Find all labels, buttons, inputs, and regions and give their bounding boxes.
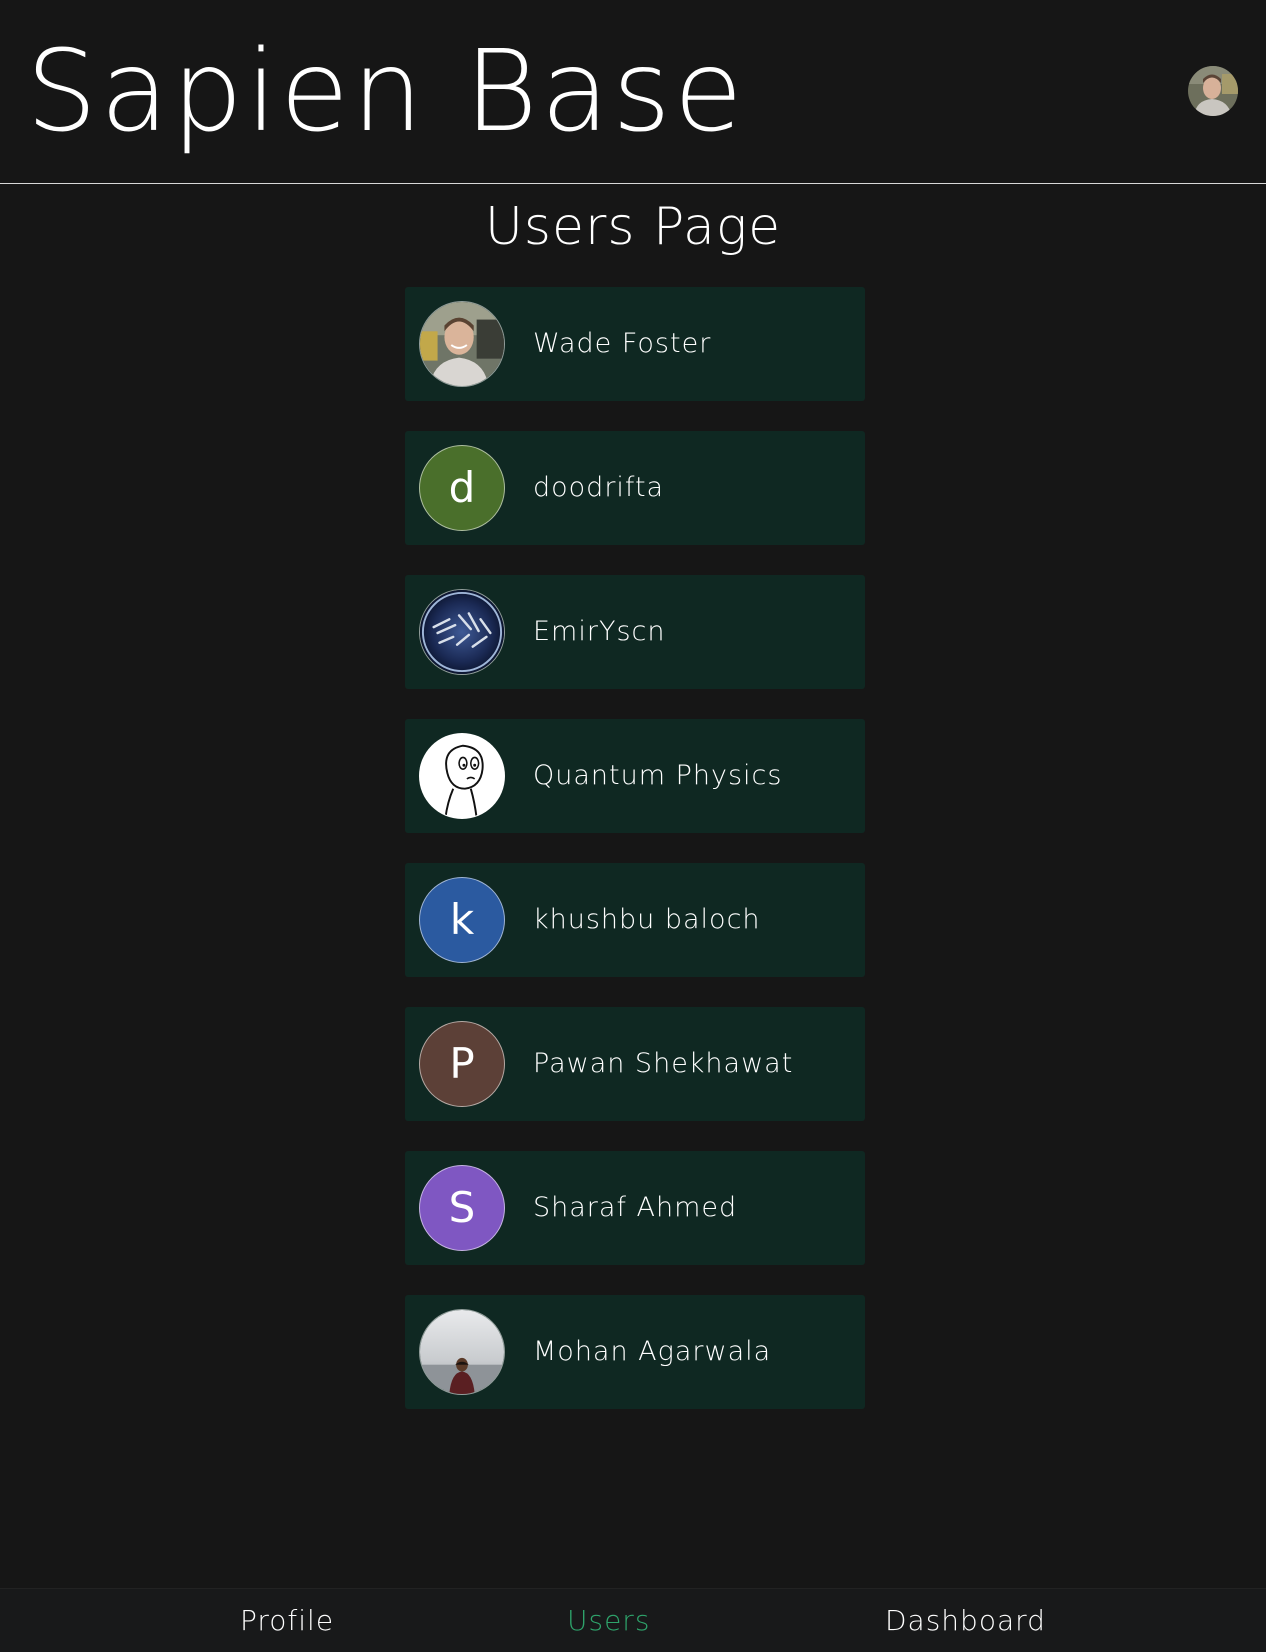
user-photo-icon [420, 1310, 504, 1394]
user-avatar: S [419, 1165, 505, 1251]
app-root: Sapien Base Users Page Wade Foster d doo… [0, 0, 1266, 1652]
user-name: Mohan Agarwala [533, 1336, 772, 1367]
avatar-letter: d [448, 463, 476, 512]
header-avatar[interactable] [1188, 66, 1238, 116]
user-card-wade-foster[interactable]: Wade Foster [405, 287, 865, 401]
user-avatar [419, 301, 505, 387]
user-avatar [419, 589, 505, 675]
avatar-letter: S [448, 1183, 476, 1232]
user-avatar [419, 1309, 505, 1395]
app-title: Sapien Base [26, 27, 746, 157]
user-name: Quantum Physics [533, 760, 783, 791]
user-name: Pawan Shekhawat [533, 1048, 794, 1079]
logo-avatar-icon [420, 590, 504, 674]
user-avatar: P [419, 1021, 505, 1107]
user-list: Wade Foster d doodrifta EmirYscn Quantum… [405, 287, 865, 1439]
user-card-doodrifta[interactable]: d doodrifta [405, 431, 865, 545]
user-name: doodrifta [533, 472, 665, 503]
user-card-emiryscn[interactable]: EmirYscn [405, 575, 865, 689]
avatar-letter: P [449, 1039, 475, 1088]
user-photo-icon [1188, 66, 1238, 116]
user-name: khushbu baloch [533, 904, 761, 935]
user-card-quantum-physics[interactable]: Quantum Physics [405, 719, 865, 833]
user-name: Sharaf Ahmed [533, 1192, 738, 1223]
bottom-nav: Profile Users Dashboard [0, 1588, 1266, 1652]
user-card-mohan-agarwala[interactable]: Mohan Agarwala [405, 1295, 865, 1409]
user-avatar [419, 733, 505, 819]
user-avatar: k [419, 877, 505, 963]
user-name: Wade Foster [533, 328, 712, 359]
user-photo-icon [420, 302, 504, 386]
nav-item-profile[interactable]: Profile [240, 1589, 334, 1652]
nav-item-users[interactable]: Users [567, 1589, 650, 1652]
user-card-khushbu-baloch[interactable]: k khushbu baloch [405, 863, 865, 977]
cartoon-face-icon [420, 734, 504, 818]
page-title: Users Page [484, 197, 782, 257]
user-card-sharaf-ahmed[interactable]: S Sharaf Ahmed [405, 1151, 865, 1265]
user-name: EmirYscn [533, 616, 666, 647]
user-card-pawan-shekhawat[interactable]: P Pawan Shekhawat [405, 1007, 865, 1121]
user-avatar: d [419, 445, 505, 531]
nav-item-dashboard[interactable]: Dashboard [885, 1589, 1046, 1652]
app-header: Sapien Base [0, 0, 1266, 184]
avatar-letter: k [449, 895, 475, 944]
